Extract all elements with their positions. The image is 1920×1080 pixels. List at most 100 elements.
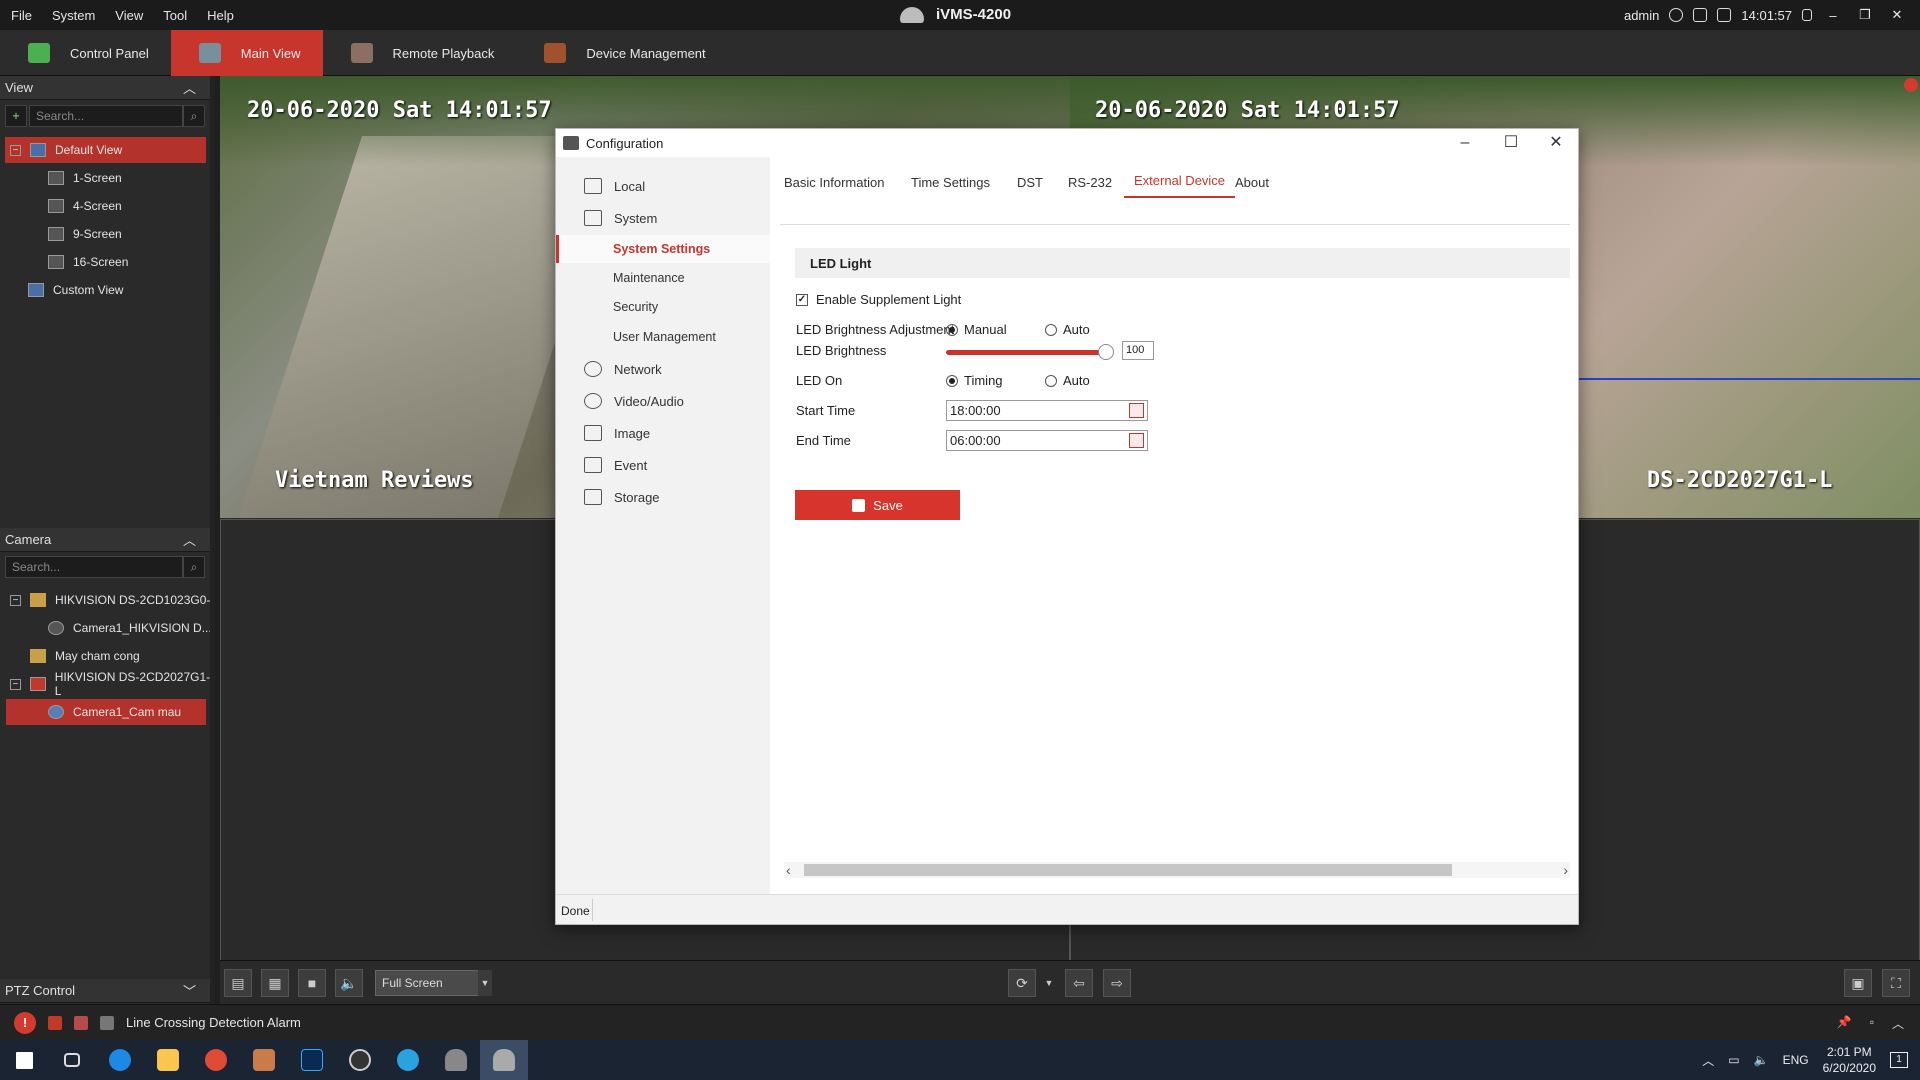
ivms-icon[interactable] xyxy=(432,1040,480,1080)
menu-help[interactable]: Help xyxy=(207,8,234,23)
collapse-toggle-icon[interactable]: − xyxy=(10,144,21,156)
radio-timing[interactable]: Timing xyxy=(946,373,1003,388)
pin-icon[interactable]: 📌 xyxy=(1837,1015,1852,1032)
tab-about[interactable]: About xyxy=(1235,175,1269,190)
calendar-icon[interactable] xyxy=(1129,403,1144,418)
tree-item-device-2[interactable]: May cham cong xyxy=(30,643,140,669)
nav-event[interactable]: Event xyxy=(556,451,770,479)
chrome-icon[interactable] xyxy=(192,1040,240,1080)
module-control-panel[interactable]: Control Panel xyxy=(0,30,171,76)
tree-item-device-1[interactable]: − HIKVISION DS-2CD1023G0-I xyxy=(10,587,214,613)
tab-time-settings[interactable]: Time Settings xyxy=(911,175,990,190)
fullscreen-select[interactable]: Full Screen xyxy=(375,970,485,996)
tree-item-camera-cam-mau[interactable]: Camera1_Cam mau xyxy=(6,699,206,725)
alert-icon[interactable]: ! xyxy=(14,1011,36,1034)
screen-mode-icon[interactable]: ▣ xyxy=(1844,969,1872,997)
taskbar-clock[interactable]: 2:01 PM 6/20/2020 xyxy=(1823,1044,1876,1076)
next-page-icon[interactable]: ⇨ xyxy=(1103,969,1131,997)
paint-icon[interactable] xyxy=(240,1040,288,1080)
search-icon[interactable]: ⌕ xyxy=(183,556,205,578)
collapse-toggle-icon[interactable]: − xyxy=(10,678,21,690)
cpu-icon[interactable] xyxy=(1693,8,1708,22)
ptz-panel-header[interactable]: PTZ Control ﹀ xyxy=(0,979,210,1003)
window-icon[interactable]: ▫ xyxy=(1870,1015,1874,1032)
view-panel-header[interactable]: View ︿ xyxy=(0,76,210,100)
file-explorer-icon[interactable] xyxy=(144,1040,192,1080)
restore-app-button[interactable]: ❐ xyxy=(1854,7,1876,23)
close-app-button[interactable]: ✕ xyxy=(1886,7,1908,23)
radio-button[interactable] xyxy=(1045,323,1057,336)
calendar-icon[interactable] xyxy=(1129,433,1144,448)
menu-view[interactable]: View xyxy=(115,8,143,23)
brightness-slider-thumb[interactable] xyxy=(1098,344,1114,360)
user-name[interactable]: admin xyxy=(1624,8,1659,23)
internet-explorer-icon[interactable] xyxy=(384,1040,432,1080)
tab-basic-information[interactable]: Basic Information xyxy=(784,175,884,190)
lock-icon[interactable] xyxy=(1802,9,1812,21)
tab-rs-232[interactable]: RS-232 xyxy=(1068,175,1112,190)
chevron-down-icon[interactable]: ▼ xyxy=(1042,969,1056,997)
fullscreen-icon[interactable]: ⛶ xyxy=(1882,969,1910,997)
dialog-titlebar[interactable]: Configuration xyxy=(556,129,1578,157)
notification-icon[interactable]: 1 xyxy=(1890,1052,1908,1068)
add-view-icon[interactable]: + xyxy=(5,105,27,127)
checkmark-icon[interactable]: ✓ xyxy=(796,293,808,306)
speaker-icon[interactable]: 🔈 xyxy=(1754,1053,1769,1067)
nav-maintenance[interactable]: Maintenance xyxy=(556,264,770,292)
nav-user-management[interactable]: User Management xyxy=(556,323,770,351)
radio-button[interactable] xyxy=(946,323,958,336)
expand-icon[interactable]: ﹀ xyxy=(183,981,196,1000)
end-time-input[interactable]: 06:00:00 xyxy=(946,430,1148,451)
nav-network[interactable]: Network xyxy=(556,355,770,383)
radio-manual[interactable]: Manual xyxy=(946,322,1007,337)
windows-start-icon[interactable] xyxy=(0,1040,48,1080)
obs-icon[interactable] xyxy=(336,1040,384,1080)
brightness-value-input[interactable]: 100 xyxy=(1122,341,1154,360)
audio-icon[interactable] xyxy=(100,1015,114,1030)
previous-page-icon[interactable]: ⇦ xyxy=(1065,969,1093,997)
radio-button[interactable] xyxy=(1045,374,1057,387)
tree-item-4-screen[interactable]: 4-Screen xyxy=(48,193,122,219)
window-division-icon[interactable]: ▦ xyxy=(261,969,289,997)
radio-button[interactable] xyxy=(946,374,958,387)
enable-supplement-light-checkbox[interactable]: ✓ Enable Supplement Light xyxy=(796,292,961,307)
alarm-log-icon[interactable] xyxy=(48,1015,62,1030)
tree-item-1-screen[interactable]: 1-Screen xyxy=(48,165,122,191)
nav-local[interactable]: Local xyxy=(556,172,770,200)
save-button[interactable]: Save xyxy=(795,490,960,520)
tab-external-device[interactable]: External Device xyxy=(1124,173,1236,198)
task-view-icon[interactable] xyxy=(48,1040,96,1080)
volume-icon[interactable]: 🔈 xyxy=(335,969,363,997)
tree-item-camera-1[interactable]: Camera1_HIKVISION D... xyxy=(48,615,212,641)
horizontal-scrollbar[interactable]: ‹ › xyxy=(784,862,1570,878)
tree-item-9-screen[interactable]: 9-Screen xyxy=(48,221,122,247)
nav-storage[interactable]: Storage xyxy=(556,483,770,511)
radio-auto-adjustment[interactable]: Auto xyxy=(1045,322,1090,337)
ivms-active-icon[interactable] xyxy=(480,1040,528,1080)
tree-item-device-3[interactable]: − HIKVISION DS-2CD2027G1-L xyxy=(10,670,215,698)
collapse-icon[interactable]: ︿ xyxy=(183,530,196,549)
tree-item-custom-view[interactable]: Custom View xyxy=(28,277,123,303)
tab-dst[interactable]: DST xyxy=(1017,175,1043,190)
alarm-message[interactable]: Line Crossing Detection Alarm xyxy=(126,1015,301,1030)
chevron-up-icon[interactable]: ︿ xyxy=(1702,1052,1714,1069)
nav-image[interactable]: Image xyxy=(556,419,770,447)
start-time-input[interactable]: 18:00:00 xyxy=(946,400,1148,421)
scroll-left-icon[interactable]: ‹ xyxy=(786,862,791,878)
search-icon[interactable]: ⌕ xyxy=(183,105,205,127)
module-remote-playback[interactable]: Remote Playback xyxy=(323,30,517,76)
nav-video-audio[interactable]: Video/Audio xyxy=(556,387,770,415)
tree-item-16-screen[interactable]: 16-Screen xyxy=(48,249,128,275)
event-icon[interactable] xyxy=(74,1015,88,1030)
module-main-view[interactable]: Main View xyxy=(170,30,323,76)
globe-icon[interactable] xyxy=(1669,8,1684,22)
chevron-down-icon[interactable]: ▼ xyxy=(478,970,492,996)
menu-file[interactable]: File xyxy=(11,8,32,23)
language-indicator[interactable]: ENG xyxy=(1783,1053,1809,1067)
minimize-button[interactable]: – xyxy=(1442,129,1488,157)
camera-search-input[interactable]: Search... xyxy=(5,556,183,578)
layout-icon[interactable]: ▤ xyxy=(224,969,252,997)
nav-security[interactable]: Security xyxy=(556,293,770,321)
nav-system-settings[interactable]: System Settings xyxy=(556,235,770,263)
refresh-icon[interactable]: ⟳ xyxy=(1008,969,1036,997)
